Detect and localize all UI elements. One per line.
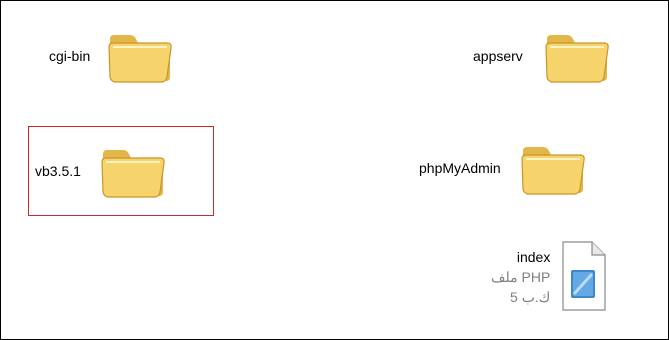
folder-icon bbox=[108, 35, 173, 83]
php-file-icon bbox=[562, 241, 606, 311]
folder-label: phpMyAdmin bbox=[419, 160, 501, 176]
folder-label: appserv bbox=[473, 48, 523, 64]
folder-item-phpmyadmin[interactable]: phpMyAdmin bbox=[419, 133, 644, 203]
folder-item-vb351[interactable]: vb3.5.1 bbox=[28, 126, 214, 216]
folder-icon bbox=[545, 35, 609, 83]
file-name: index bbox=[516, 249, 551, 265]
folder-item-cgi-bin[interactable]: cgi-bin bbox=[49, 21, 209, 91]
file-details: index ملف PHP ك.ب 5 bbox=[491, 247, 550, 307]
file-browser-pane: cgi-bin appserv vb3.5.1 phpMyAdmin index… bbox=[0, 0, 669, 340]
folder-label: cgi-bin bbox=[49, 48, 91, 64]
folder-icon bbox=[521, 147, 585, 195]
file-item-index[interactable]: index ملف PHP ك.ب 5 bbox=[491, 227, 651, 327]
folder-label: vb3.5.1 bbox=[35, 163, 81, 179]
folder-item-appserv[interactable]: appserv bbox=[473, 21, 643, 91]
file-size: ك.ب 5 bbox=[510, 289, 551, 305]
folder-icon bbox=[101, 150, 165, 198]
file-type: ملف PHP bbox=[491, 269, 551, 285]
